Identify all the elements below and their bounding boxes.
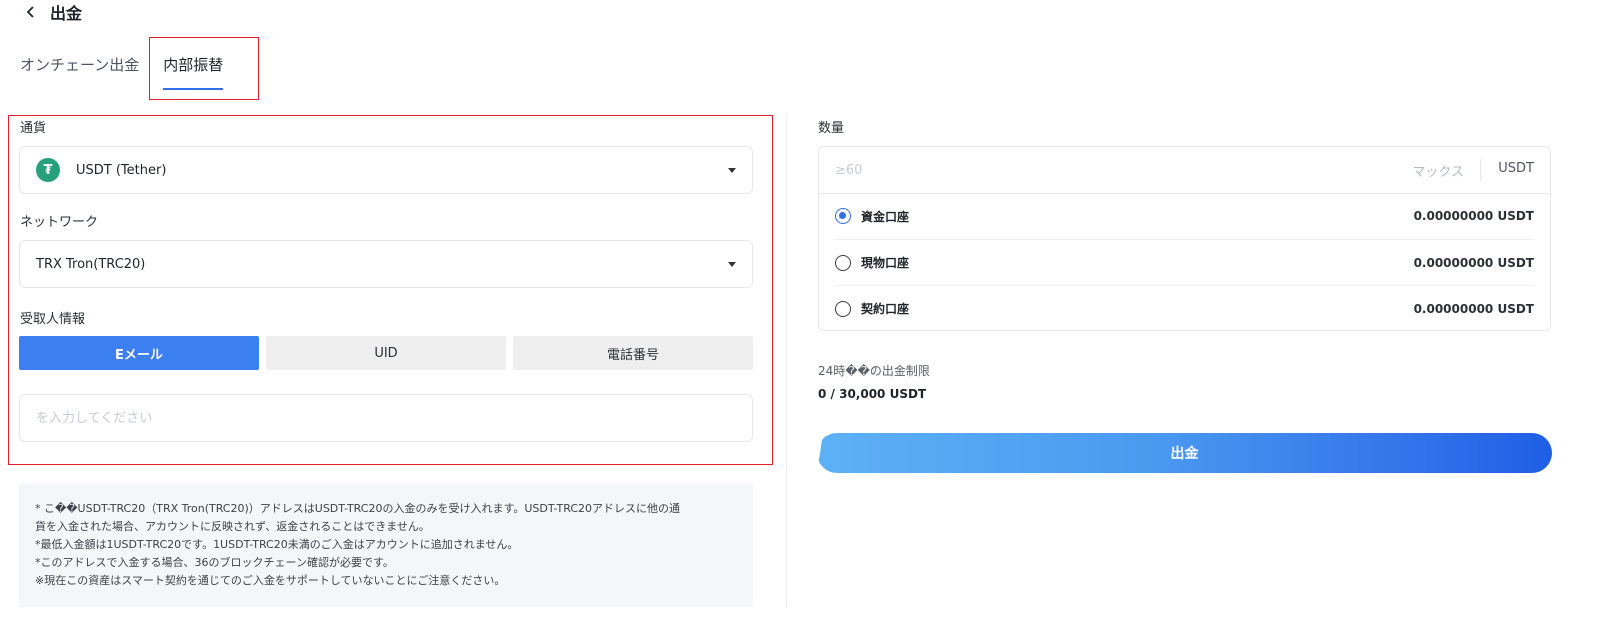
radio-unselected-icon[interactable] [835,254,851,271]
column-divider [786,115,787,607]
recipient-input[interactable] [19,394,753,442]
recipient-uid-button[interactable]: UID [266,336,506,370]
recipient-phone-button[interactable]: 電話番号 [513,336,753,370]
account-name: 資金口座 [861,209,910,224]
notice-line: *最低入金額は1USDT-TRC20です。1USDT-TRC20未満のご入金はア… [35,538,519,551]
caret-down-icon [728,262,736,267]
tab-onchain-withdraw[interactable]: オンチェーン出金 [20,52,139,82]
notice-line: *このアドレスで入金する場合、36のブロックチェーン確認が必要です。 [35,556,394,569]
withdraw-tabs: オンチェーン出金 内部振替 [20,52,224,90]
account-option-contract[interactable]: 契約口座 0.00000000 USDT [835,285,1534,331]
recipient-label: 受取人情報 [20,312,86,327]
account-name: 現物口座 [861,256,910,270]
withdraw-limit-value: 0 / 30,000 USDT [818,387,927,401]
withdraw-button[interactable]: 出金 [817,433,1552,473]
notice-line: ※現在この資産はスマート契約を通じてのご入金をサポートしていないことにご注意くだ… [35,574,506,587]
radio-selected-icon[interactable] [835,208,851,224]
account-balance: 0.00000000 USDT [1413,255,1534,270]
account-balance: 0.00000000 USDT [1413,209,1534,223]
notice-line: * こ��USDT-TRC20（TRX Tron(TRC20)）アドレスはUSD… [35,502,681,515]
amount-unit: USDT [1498,161,1534,176]
tether-icon: ₮ [36,158,60,182]
notice-line: 貨を入金された場合、アカウントに反映されず、返金されることはできません。 [35,520,430,533]
tab-internal-transfer[interactable]: 内部振替 [163,52,224,90]
amount-field: マックス USDT [818,146,1551,194]
account-option-funding[interactable]: 資金口座 0.00000000 USDT [835,193,1534,239]
deposit-notice: * こ��USDT-TRC20（TRX Tron(TRC20)）アドレスはUSD… [19,483,753,607]
account-list: 資金口座 0.00000000 USDT 現物口座 0.00000000 USD… [818,193,1551,331]
amount-separator [1480,159,1481,181]
caret-down-icon [728,168,736,173]
currency-label: 通貨 [20,121,47,136]
network-label: ネットワーク [20,215,99,230]
page-title: 出金 [50,4,83,23]
max-button[interactable]: マックス [1412,161,1464,180]
network-select[interactable]: TRX Tron(TRC20) [19,240,753,288]
withdraw-limit-label: 24時��の出金制限 [818,364,930,378]
account-option-spot[interactable]: 現物口座 0.00000000 USDT [835,239,1534,285]
currency-select[interactable]: ₮ USDT (Tether) [19,146,753,194]
account-name: 契約口座 [861,302,910,316]
currency-value: USDT (Tether) [76,162,167,178]
page-header: 出金 [22,0,82,24]
account-balance: 0.00000000 USDT [1413,301,1534,316]
recipient-email-button[interactable]: Eメール [19,336,259,370]
chevron-left-icon[interactable] [22,3,40,21]
amount-input[interactable] [819,147,1339,193]
amount-label: 数量 [818,121,845,136]
network-value: TRX Tron(TRC20) [36,256,146,272]
radio-unselected-icon[interactable] [835,300,851,317]
